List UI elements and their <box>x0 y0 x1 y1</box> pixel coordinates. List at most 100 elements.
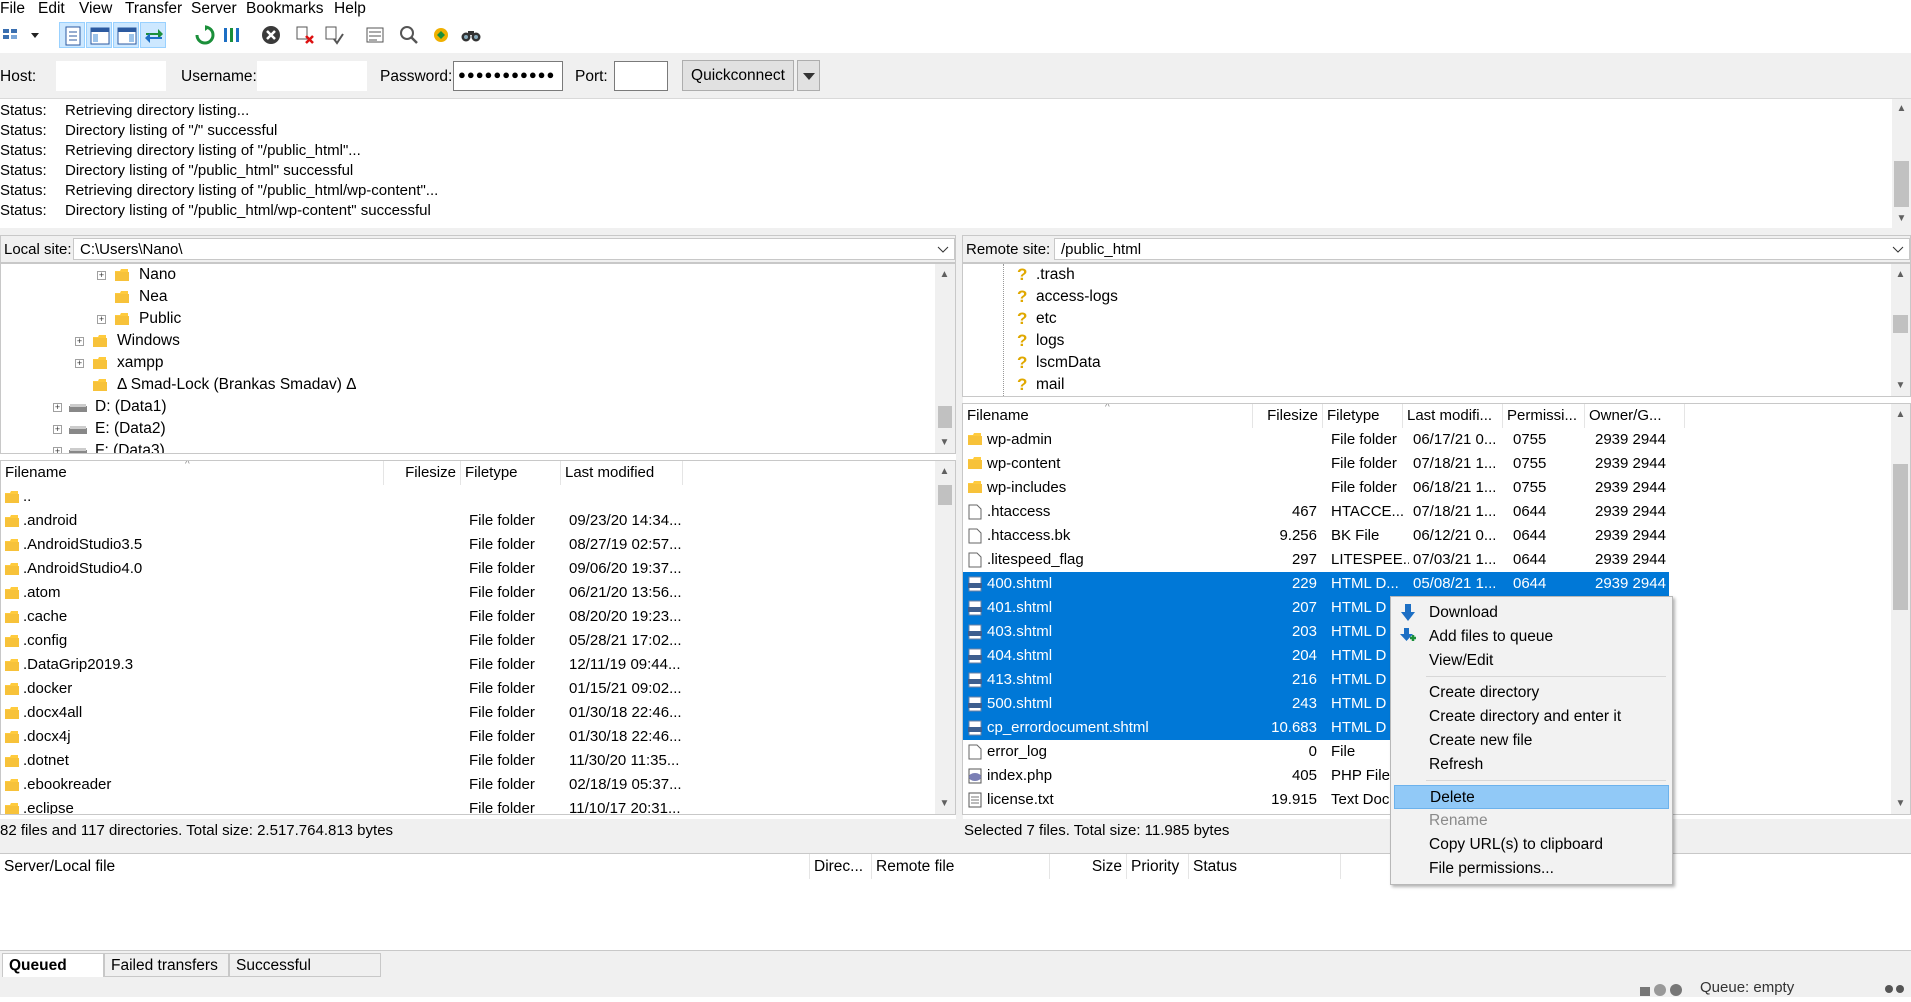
toggle-queue-button[interactable] <box>140 22 166 48</box>
local-file-row[interactable]: .eclipse File folder 11/10/17 20:31... <box>1 797 931 814</box>
scroll-up-arrow-icon[interactable]: ▲ <box>936 463 953 480</box>
log-splitter[interactable] <box>0 228 1911 235</box>
expand-plus-icon[interactable]: + <box>75 359 84 368</box>
tree-item[interactable]: ? etc <box>963 308 1883 330</box>
chevron-down-icon[interactable] <box>1892 246 1904 254</box>
remote-tree-scroll-thumb[interactable] <box>1893 315 1908 333</box>
menu-item-add-files-to-queue[interactable]: Add files to queue <box>1394 625 1669 649</box>
remote-col-1[interactable]: Filesize <box>1253 404 1323 428</box>
tree-item[interactable]: ? .trash <box>963 264 1883 286</box>
local-col-last-modified[interactable]: Last modified <box>561 461 683 485</box>
sync-browsing-button[interactable] <box>428 22 454 48</box>
search-remote-files-button[interactable] <box>458 22 484 48</box>
local-file-row[interactable]: .ebookreader File folder 02/18/19 05:37... <box>1 773 931 797</box>
queue-col-size[interactable]: Size <box>1050 854 1127 879</box>
local-file-row[interactable]: .cache File folder 08/20/20 19:23... <box>1 605 931 629</box>
expand-plus-icon[interactable]: + <box>53 425 62 434</box>
username-input[interactable] <box>257 61 367 91</box>
site-manager-button[interactable] <box>0 22 42 48</box>
local-file-row[interactable]: .android File folder 09/23/20 14:34... <box>1 509 931 533</box>
tree-item[interactable]: + Public <box>1 308 931 330</box>
tree-item[interactable]: ? lscmData <box>963 352 1883 374</box>
local-file-row[interactable]: .docker File folder 01/15/21 09:02... <box>1 677 931 701</box>
local-file-row[interactable]: .dotnet File folder 11/30/20 11:35... <box>1 749 931 773</box>
expand-plus-icon[interactable]: + <box>53 403 62 412</box>
tree-item[interactable]: + Windows <box>1 330 931 352</box>
remote-list-scrollbar[interactable]: ▲ ▼ <box>1891 404 1910 814</box>
menu-transfer[interactable]: Transfer <box>125 0 182 17</box>
local-list-scrollbar[interactable]: ▲ ▼ <box>935 461 955 814</box>
remote-file-row[interactable]: wp-admin File folder 06/17/21 0... 0755 2939… <box>963 428 1683 452</box>
remote-file-row[interactable]: .htaccess.bk 9.256 BK File 06/12/21 0... 064… <box>963 524 1683 548</box>
remote-col-5[interactable]: Owner/G... <box>1585 404 1685 428</box>
queue-col-server-local[interactable]: Server/Local file <box>0 854 810 879</box>
remote-file-row[interactable]: 400.shtml 229 HTML D... 05/08/21 1... 0644 29… <box>963 572 1669 596</box>
scroll-down-arrow-icon[interactable]: ▼ <box>936 795 953 812</box>
scroll-down-arrow-icon[interactable]: ▼ <box>1893 210 1910 227</box>
remote-directory-tree[interactable]: ? .trash? access-logs? etc? logs? lscmData? ma… <box>962 263 1911 397</box>
menu-item-create-directory-and-enter-it[interactable]: Create directory and enter it <box>1394 705 1669 729</box>
scroll-up-arrow-icon[interactable]: ▲ <box>1892 266 1909 283</box>
menu-item-copy-url-s-to-clipboard[interactable]: Copy URL(s) to clipboard <box>1394 833 1669 857</box>
local-tree-scroll-thumb[interactable] <box>938 406 952 428</box>
log-scrollbar[interactable]: ▲ ▼ <box>1892 99 1911 228</box>
queue-col-status[interactable]: Status <box>1189 854 1341 879</box>
tree-item[interactable]: ? mail <box>963 374 1883 396</box>
tree-item[interactable]: + Nano <box>1 264 931 286</box>
tree-item[interactable]: + xampp <box>1 352 931 374</box>
remote-file-row[interactable]: wp-includes File folder 06/18/21 1... 0755 2… <box>963 476 1683 500</box>
local-col-filetype[interactable]: Filetype <box>461 461 561 485</box>
local-path-input[interactable]: C:\Users\Nano\ <box>73 238 955 260</box>
remote-file-row[interactable]: .litespeed_flag 297 LITESPEE... 07/03/21 1.… <box>963 548 1683 572</box>
local-file-row[interactable]: .AndroidStudio3.5 File folder 08/27/19 02:… <box>1 533 931 557</box>
remote-path-input[interactable]: /public_html <box>1054 238 1910 260</box>
local-list-scroll-thumb[interactable] <box>938 485 952 505</box>
menu-item-download[interactable]: Download <box>1394 601 1669 625</box>
toggle-local-tree-button[interactable] <box>86 22 112 48</box>
quickconnect-dropdown-button[interactable] <box>797 60 820 91</box>
remote-col-4[interactable]: Permissi... <box>1503 404 1585 428</box>
scroll-up-arrow-icon[interactable]: ▲ <box>1892 406 1909 423</box>
menu-item-file-permissions[interactable]: File permissions... <box>1394 857 1669 881</box>
menu-file[interactable]: File <box>0 0 25 17</box>
reconnect-button[interactable] <box>321 22 347 48</box>
local-col-filesize[interactable]: Filesize <box>384 461 461 485</box>
menu-item-create-new-file[interactable]: Create new file <box>1394 729 1669 753</box>
toggle-remote-tree-button[interactable] <box>113 22 139 48</box>
scroll-up-arrow-icon[interactable]: ▲ <box>1893 100 1910 117</box>
queue-col-remote-file[interactable]: Remote file <box>872 854 1050 879</box>
tree-item[interactable]: Δ Smad-Lock (Brankas Smadav) Δ <box>1 374 931 396</box>
expand-plus-icon[interactable]: + <box>53 447 62 453</box>
process-queue-button[interactable] <box>219 22 245 48</box>
expand-plus-icon[interactable]: + <box>97 271 106 280</box>
expand-plus-icon[interactable]: + <box>75 337 84 346</box>
host-input[interactable] <box>56 61 166 91</box>
directory-filter-button[interactable] <box>362 22 388 48</box>
menu-item-refresh[interactable]: Refresh <box>1394 753 1669 777</box>
local-file-row[interactable]: .config File folder 05/28/21 17:02... <box>1 629 931 653</box>
scroll-down-arrow-icon[interactable]: ▼ <box>1892 795 1909 812</box>
tab-successful-transfers[interactable]: Successful transfers <box>229 953 381 998</box>
local-file-row[interactable]: .atom File folder 06/21/20 13:56... <box>1 581 931 605</box>
expand-plus-icon[interactable]: + <box>97 315 106 324</box>
remote-col-2[interactable]: Filetype <box>1323 404 1403 428</box>
cancel-operation-button[interactable] <box>258 22 284 48</box>
tree-item[interactable]: ? access-logs <box>963 286 1883 308</box>
local-col-filename[interactable]: Filename <box>1 461 384 485</box>
queue-col-direction[interactable]: Direc... <box>810 854 872 879</box>
scroll-down-arrow-icon[interactable]: ▼ <box>936 434 953 451</box>
local-tree-scrollbar[interactable]: ▲ ▼ <box>935 264 955 453</box>
disconnect-button[interactable] <box>292 22 318 48</box>
local-file-list[interactable]: Filename Filesize Filetype Last modified ^..… <box>0 460 956 815</box>
local-file-row[interactable]: .docx4j File folder 01/30/18 22:46... <box>1 725 931 749</box>
remote-col-3[interactable]: Last modifi... <box>1403 404 1503 428</box>
log-scroll-thumb[interactable] <box>1894 161 1909 207</box>
tree-item[interactable]: ? logs <box>963 330 1883 352</box>
queue-col-priority[interactable]: Priority <box>1127 854 1189 879</box>
directory-compare-button[interactable] <box>396 22 422 48</box>
quickconnect-button[interactable]: Quickconnect <box>682 60 794 91</box>
tree-item[interactable]: + E: (Data2) <box>1 418 931 440</box>
local-directory-tree[interactable]: + Nano Nea + Public + Windows + xampp Δ Smad-Lock… <box>0 263 956 454</box>
remote-tree-scrollbar[interactable]: ▲ ▼ <box>1891 264 1910 396</box>
local-file-row[interactable]: .AndroidStudio4.0 File folder 09/06/20 19:… <box>1 557 931 581</box>
